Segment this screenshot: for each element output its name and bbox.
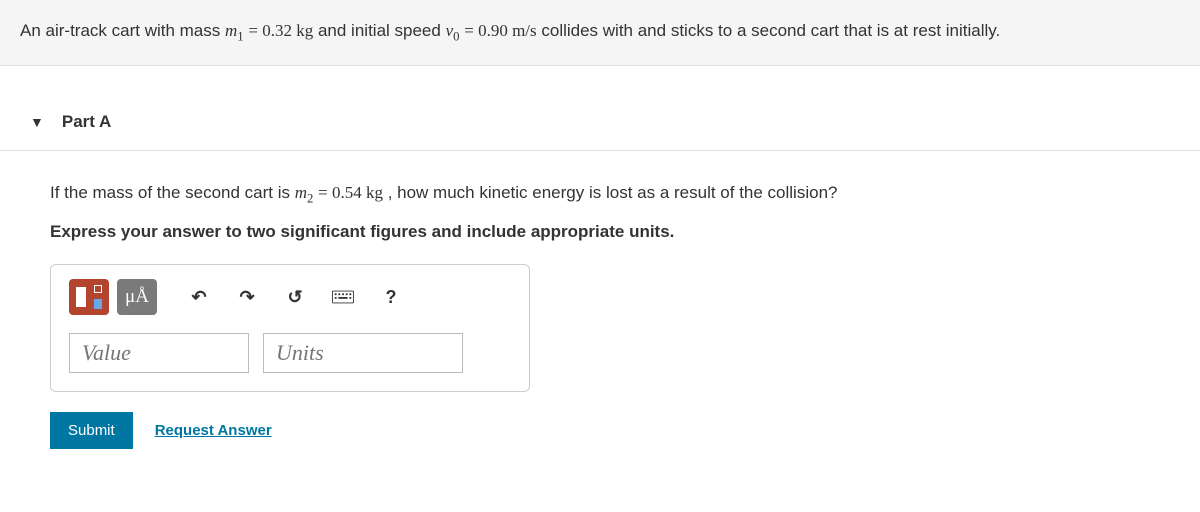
actions-row: Submit Request Answer [50,412,1150,449]
problem-text-3: collides with and sticks to a second car… [541,21,1000,40]
templates-button[interactable] [69,279,109,315]
question-pre: If the mass of the second cart is [50,183,295,202]
redo-button[interactable]: ↷ [227,279,267,315]
eq-3: = [318,183,332,202]
v0-symbol: v [446,21,454,40]
template-icon-bot [94,299,102,309]
problem-text-1: An air-track cart with mass [20,21,225,40]
collapse-caret-icon[interactable]: ▼ [30,114,44,130]
v0-subscript: 0 [453,29,459,43]
eq-1: = [248,21,262,40]
problem-text-2: and initial speed [318,21,446,40]
input-row [69,333,511,373]
value-input[interactable] [69,333,249,373]
question-post: , how much kinetic energy is lost as a r… [388,183,838,202]
eq-2: = [464,21,478,40]
reset-button[interactable]: ↺ [275,279,315,315]
template-icon [76,287,86,307]
units-input[interactable] [263,333,463,373]
answer-instruction: Express your answer to two significant f… [50,222,1150,242]
part-header[interactable]: ▼ Part A [0,94,1200,151]
m2-value: 0.54 kg [332,183,383,202]
help-icon: ? [386,287,397,308]
submit-button[interactable]: Submit [50,412,133,449]
m2-symbol: m [295,183,307,202]
undo-icon: ↶ [191,287,206,308]
reset-icon: ↺ [287,287,302,308]
redo-icon: ↷ [239,287,254,308]
units-picker-button[interactable]: μÅ [117,279,157,315]
answer-box: μÅ ↶ ↷ ↺ ? [50,264,530,392]
m1-value: 0.32 kg [262,21,313,40]
keyboard-icon [332,290,354,304]
request-answer-link[interactable]: Request Answer [155,422,272,439]
equation-toolbar: μÅ ↶ ↷ ↺ ? [69,279,511,315]
problem-statement: An air-track cart with mass m1 = 0.32 kg… [0,0,1200,66]
m1-symbol: m [225,21,237,40]
undo-button[interactable]: ↶ [179,279,219,315]
template-icon-top [94,285,102,293]
part-title: Part A [62,112,111,132]
m1-subscript: 1 [237,29,243,43]
keyboard-button[interactable] [323,279,363,315]
part-body: If the mass of the second cart is m2 = 0… [0,151,1200,470]
v0-value: 0.90 m/s [478,21,537,40]
question-text: If the mass of the second cart is m2 = 0… [50,179,1150,209]
m2-subscript: 2 [307,191,313,205]
help-button[interactable]: ? [371,279,411,315]
